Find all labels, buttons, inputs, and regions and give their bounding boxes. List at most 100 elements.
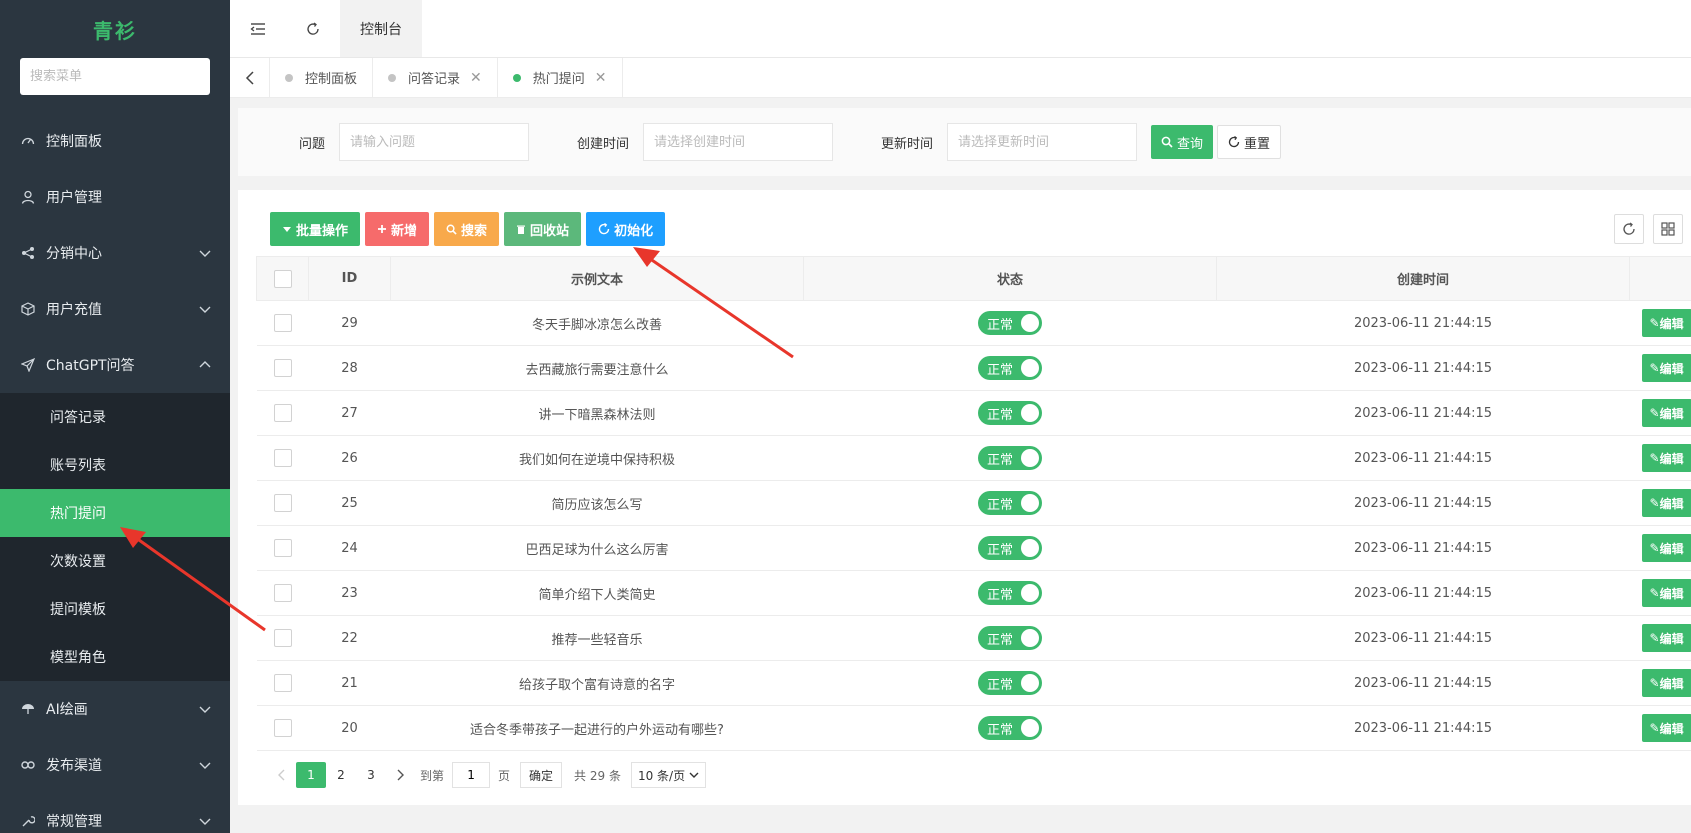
prev-page-button[interactable] xyxy=(266,762,296,788)
created-time-input[interactable] xyxy=(643,123,833,161)
close-icon[interactable]: ✕ xyxy=(470,70,482,86)
edit-button[interactable]: ✎ 编辑 xyxy=(1641,669,1691,697)
page-3-button[interactable]: 3 xyxy=(356,762,386,788)
edit-button[interactable]: ✎ 编辑 xyxy=(1641,354,1691,382)
reset-button-label: 重置 xyxy=(1244,136,1271,152)
tabs-scroll-left-button[interactable] xyxy=(230,58,270,97)
status-switch[interactable]: 正常 xyxy=(978,716,1042,740)
refresh-button[interactable] xyxy=(285,0,340,57)
status-switch[interactable]: 正常 xyxy=(978,356,1042,380)
column-header-text[interactable]: 示例文本 xyxy=(390,256,804,301)
status-switch[interactable]: 正常 xyxy=(978,491,1042,515)
row-checkbox[interactable] xyxy=(273,584,292,602)
initialize-button[interactable]: 初始化 xyxy=(586,212,666,246)
column-header-id[interactable]: ID xyxy=(308,256,391,301)
add-button[interactable]: 新增 xyxy=(365,212,430,246)
sidebar-item-channels[interactable]: 发布渠道 xyxy=(0,737,230,793)
query-button[interactable]: 查询 xyxy=(1151,125,1214,159)
edit-button[interactable]: ✎ 编辑 xyxy=(1641,309,1691,337)
status-label: 正常 xyxy=(987,317,1014,333)
status-label: 正常 xyxy=(987,632,1014,648)
sidebar-subitem-model-roles[interactable]: 模型角色 xyxy=(0,633,230,681)
edit-button[interactable]: ✎ 编辑 xyxy=(1641,489,1691,517)
reset-button[interactable]: 重置 xyxy=(1217,125,1282,159)
total-count: 共 29 条 xyxy=(574,768,621,783)
page-unit-label: 页 xyxy=(498,768,511,783)
table-columns-button[interactable] xyxy=(1653,214,1683,244)
box-icon xyxy=(20,301,36,317)
sidebar-subitem-templates[interactable]: 提问模板 xyxy=(0,585,230,633)
table-refresh-button[interactable] xyxy=(1614,214,1644,244)
column-header-status[interactable]: 状态 xyxy=(803,256,1217,301)
sidebar-subitem-qa-records[interactable]: 问答记录 xyxy=(0,393,230,441)
updated-time-input[interactable] xyxy=(947,123,1137,161)
row-checkbox[interactable] xyxy=(273,539,292,557)
sidebar-item-distribution[interactable]: 分销中心 xyxy=(0,225,230,281)
edit-button[interactable]: ✎ 编辑 xyxy=(1641,399,1691,427)
recycle-bin-button[interactable]: 回收站 xyxy=(504,212,582,246)
row-checkbox[interactable] xyxy=(273,494,292,512)
data-table-card: 批量操作 新增 搜索 回收站 初始化 ID 示例文本 状态 创建时间 29 冬天… xyxy=(238,190,1691,805)
edit-button[interactable]: ✎ 编辑 xyxy=(1641,444,1691,472)
refresh-icon xyxy=(1623,222,1635,235)
row-text: 适合冬季带孩子一起进行的户外运动有哪些? xyxy=(390,705,804,751)
row-checkbox[interactable] xyxy=(273,359,292,377)
edit-button[interactable]: ✎ 编辑 xyxy=(1641,624,1691,652)
tab-hot-questions[interactable]: 热门提问 ✕ xyxy=(498,58,623,97)
row-checkbox[interactable] xyxy=(273,314,292,332)
search-filter: 问题 创建时间 更新时间 查询 重置 xyxy=(238,108,1691,176)
edit-button[interactable]: ✎ 编辑 xyxy=(1641,714,1691,742)
goto-confirm-button[interactable]: 确定 xyxy=(520,762,563,788)
page-1-button[interactable]: 1 xyxy=(296,762,326,788)
tab-console[interactable]: 控制台 xyxy=(340,0,422,57)
switch-knob xyxy=(1021,584,1039,602)
umbrella-icon xyxy=(20,701,36,717)
status-switch[interactable]: 正常 xyxy=(978,581,1042,605)
sidebar-item-recharge[interactable]: 用户充值 xyxy=(0,281,230,337)
sidebar-subitem-hot-questions[interactable]: 热门提问 xyxy=(0,489,230,537)
tab-qa-records[interactable]: 问答记录 ✕ xyxy=(373,58,498,97)
sidebar-item-dashboard[interactable]: 控制面板 xyxy=(0,113,230,169)
row-checkbox[interactable] xyxy=(273,629,292,647)
search-label: 搜索 xyxy=(461,223,488,239)
column-header-created[interactable]: 创建时间 xyxy=(1216,256,1630,301)
row-checkbox[interactable] xyxy=(273,674,292,692)
search-toggle-button[interactable]: 搜索 xyxy=(434,212,500,246)
row-checkbox[interactable] xyxy=(273,719,292,737)
sidebar-item-chatgpt[interactable]: ChatGPT问答 xyxy=(0,337,230,393)
status-switch[interactable]: 正常 xyxy=(978,671,1042,695)
status-switch[interactable]: 正常 xyxy=(978,446,1042,470)
edit-label: 编辑 xyxy=(1659,541,1684,556)
row-id: 21 xyxy=(308,660,391,706)
status-switch[interactable]: 正常 xyxy=(978,536,1042,560)
created-time-label: 创建时间 xyxy=(576,136,629,152)
menu-search-input[interactable] xyxy=(30,69,210,84)
sidebar-item-general[interactable]: 常规管理 xyxy=(0,793,230,833)
menu-search-field[interactable] xyxy=(20,58,210,95)
batch-operation-button[interactable]: 批量操作 xyxy=(270,212,361,246)
edit-button[interactable]: ✎ 编辑 xyxy=(1641,579,1691,607)
page-2-button[interactable]: 2 xyxy=(326,762,356,788)
status-switch[interactable]: 正常 xyxy=(978,311,1042,335)
status-switch[interactable]: 正常 xyxy=(978,401,1042,425)
status-switch[interactable]: 正常 xyxy=(978,626,1042,650)
tab-dashboard[interactable]: 控制面板 xyxy=(270,58,374,97)
chevron-left-icon xyxy=(245,70,254,85)
close-icon[interactable]: ✕ xyxy=(595,70,607,86)
next-page-button[interactable] xyxy=(386,762,416,788)
select-all-checkbox[interactable] xyxy=(273,269,292,288)
edit-button[interactable]: ✎ 编辑 xyxy=(1641,534,1691,562)
question-input[interactable] xyxy=(339,123,529,161)
row-checkbox[interactable] xyxy=(273,449,292,467)
tab-dot xyxy=(285,73,293,82)
sidebar-item-ai-drawing[interactable]: AI绘画 xyxy=(0,681,230,737)
page-size-select[interactable]: 10 条/页 xyxy=(630,762,707,788)
row-checkbox[interactable] xyxy=(273,404,292,422)
sidebar-subitem-accounts[interactable]: 账号列表 xyxy=(0,441,230,489)
chevron-down-icon xyxy=(199,306,211,313)
sidebar-item-users[interactable]: 用户管理 xyxy=(0,169,230,225)
menu-toggle-button[interactable] xyxy=(230,0,285,57)
plus-icon xyxy=(377,224,387,234)
sidebar-subitem-quota-settings[interactable]: 次数设置 xyxy=(0,537,230,585)
goto-page-input[interactable] xyxy=(452,762,491,788)
